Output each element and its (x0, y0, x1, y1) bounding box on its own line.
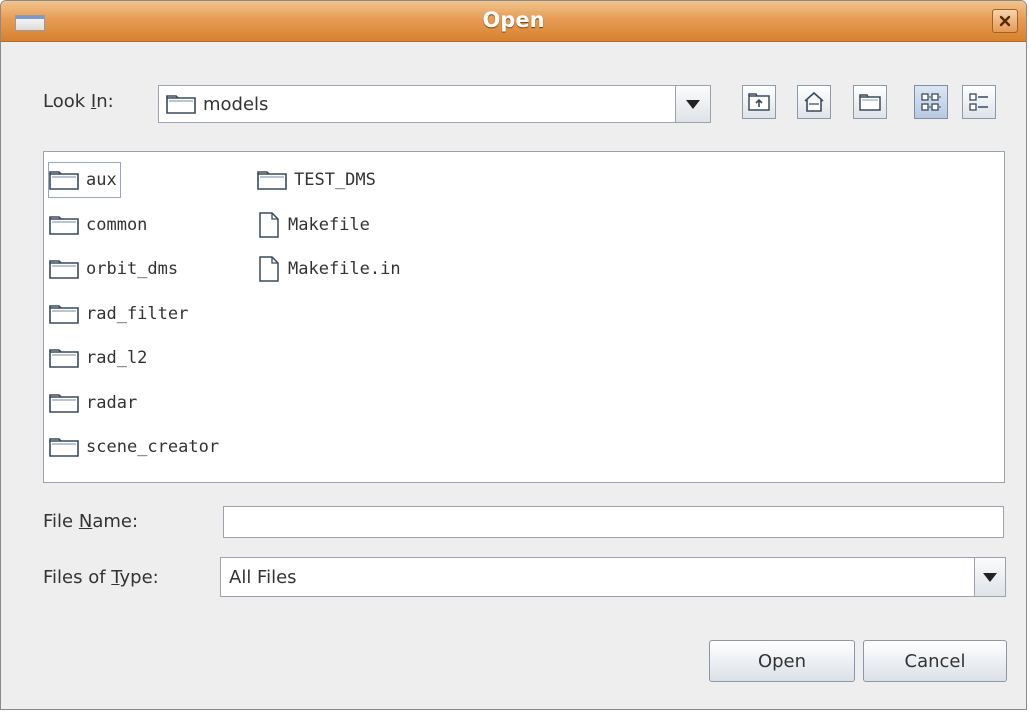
home-icon (804, 91, 824, 112)
file-name-input[interactable] (223, 506, 1004, 538)
folder-item[interactable]: radar (48, 385, 141, 421)
folder-item[interactable]: orbit_dms (48, 251, 182, 287)
folder-item[interactable]: rad_l2 (48, 340, 151, 376)
files-of-type-label: Files of Type: (43, 567, 159, 588)
details-view-button[interactable] (962, 85, 996, 119)
item-label: TEST_DMS (294, 170, 376, 190)
open-button[interactable]: Open (709, 640, 855, 682)
list-view-button[interactable] (914, 85, 948, 119)
cancel-button[interactable]: Cancel (863, 640, 1007, 682)
file-name-label: File Name: (43, 511, 139, 532)
files-of-type-arrow-button[interactable] (974, 558, 1005, 596)
item-label: Makefile (288, 214, 370, 235)
folder-item[interactable]: aux (48, 162, 121, 198)
file-icon (259, 211, 279, 238)
folder-icon (49, 171, 79, 190)
file-list[interactable]: aux common orbit_dms rad_filter rad_l2radar s… (43, 151, 1005, 483)
chevron-down-icon (983, 572, 997, 582)
folder-icon (257, 171, 287, 190)
item-label: aux (86, 170, 117, 190)
files-of-type-dropdown[interactable]: All Files (220, 557, 1006, 597)
folder-icon (49, 393, 79, 413)
up-folder-icon (748, 93, 770, 111)
files-of-type-value: All Files (229, 566, 297, 588)
item-label: scene_creator (86, 437, 220, 457)
title-bar[interactable]: Open (1, 1, 1026, 42)
new-folder-icon (859, 94, 881, 111)
item-label: common (86, 214, 148, 235)
file-item[interactable]: Makefile.in (256, 251, 405, 287)
look-in-dropdown[interactable]: models (158, 85, 711, 123)
folder-icon (49, 304, 79, 324)
folder-item[interactable]: scene_creator (48, 429, 223, 465)
folder-item[interactable]: common (48, 207, 151, 243)
close-button[interactable] (992, 9, 1018, 33)
open-dialog: Open Look In: models aux common orbit_dm… (0, 0, 1027, 710)
folder-icon (166, 95, 196, 114)
folder-icon (49, 438, 79, 457)
list-view-icon (921, 93, 941, 111)
look-in-label: Look In: (43, 91, 114, 112)
folder-item[interactable]: TEST_DMS (256, 162, 380, 198)
details-view-icon (969, 93, 988, 111)
folder-item[interactable]: rad_filter (48, 296, 192, 332)
item-label: rad_l2 (86, 348, 148, 368)
look-in-value: models (203, 93, 269, 115)
item-label: Makefile.in (288, 259, 401, 279)
item-label: rad_filter (86, 303, 189, 324)
home-button[interactable] (797, 85, 831, 119)
folder-icon (49, 349, 79, 368)
new-folder-button[interactable] (853, 85, 887, 119)
folder-icon (49, 260, 79, 279)
file-item[interactable]: Makefile (256, 207, 374, 243)
folder-icon (49, 215, 79, 235)
file-icon (259, 256, 279, 282)
item-label: radar (86, 392, 138, 413)
chevron-down-icon (686, 99, 700, 109)
close-icon (999, 15, 1011, 27)
look-in-arrow-button[interactable] (675, 86, 710, 122)
up-one-level-button[interactable] (742, 85, 776, 119)
dialog-title: Open (482, 8, 545, 32)
item-label: orbit_dms (86, 259, 179, 279)
